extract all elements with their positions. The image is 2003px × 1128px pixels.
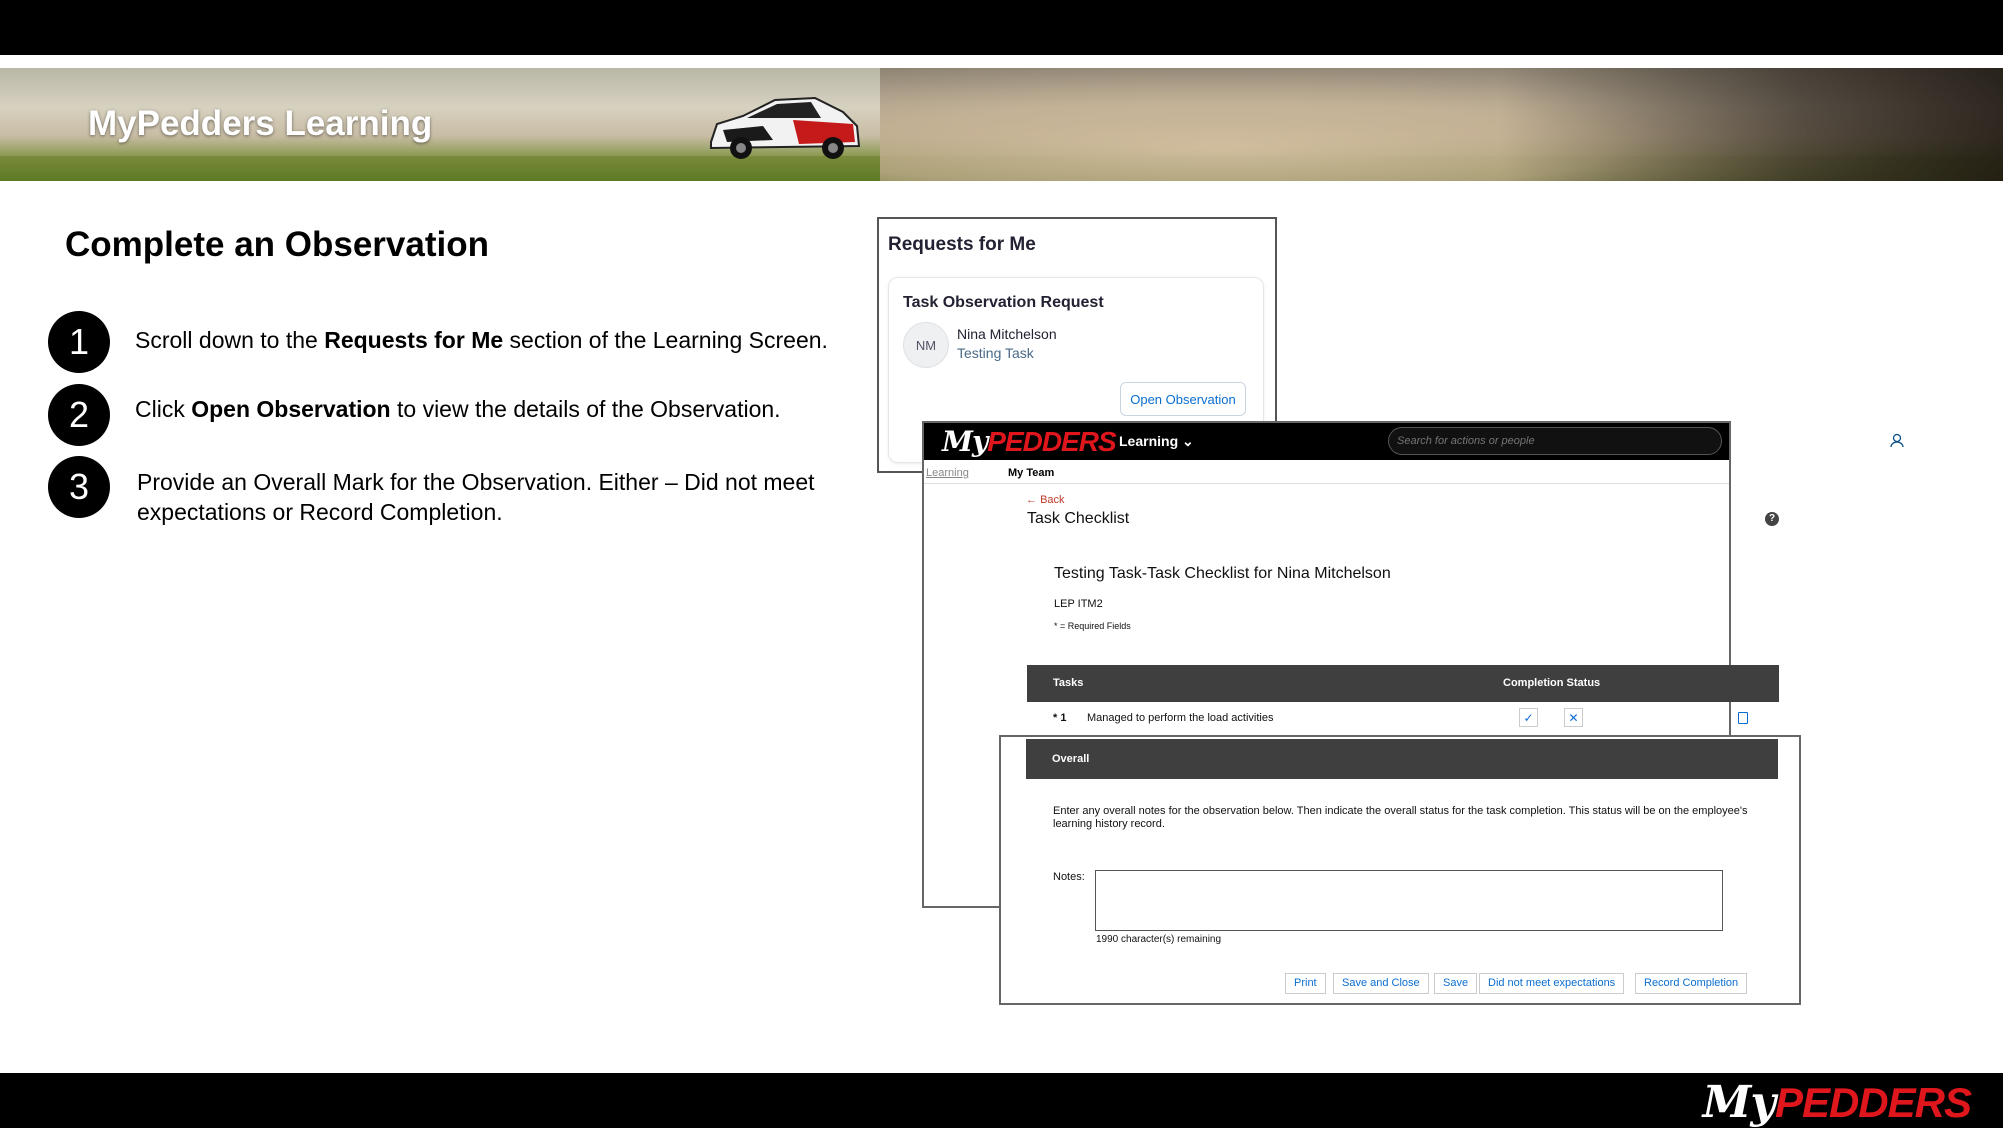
mypedders-footer-logo: MyPEDDERS [1702, 1077, 1972, 1128]
check-circle-icon[interactable] [1772, 432, 1790, 450]
task-description: Managed to perform the load activities [1087, 712, 1274, 724]
overall-panel: Overall Enter any overall notes for the … [999, 735, 1801, 1005]
step-text-pre: Provide an Overall Mark for the Observat… [137, 469, 815, 525]
bell-icon[interactable] [1852, 432, 1870, 450]
app-nav-bar: MyPEDDERS Learning ⌄ [924, 423, 1910, 460]
chat-icon[interactable] [1812, 432, 1830, 450]
tab-learning[interactable]: Learning [926, 467, 969, 479]
page-title: Task Checklist [1027, 510, 1130, 527]
step-1: 1 Scroll down to the Requests for Me sec… [48, 311, 875, 373]
bottom-bar: MyPEDDERS [0, 1073, 2003, 1128]
sub-nav: Learning My Team [924, 460, 1729, 484]
tasks-column-header: Tasks [1053, 677, 1084, 689]
check-mark-icon[interactable]: ✓ [1519, 708, 1538, 727]
back-link[interactable]: ← Back [1026, 494, 1065, 506]
table-row: * 1 Managed to perform the load activiti… [1027, 704, 1779, 732]
overall-instructions: Enter any overall notes for the observat… [1053, 805, 1748, 830]
step-number: 1 [48, 311, 110, 373]
avatar: NM [903, 322, 949, 368]
step-text-post: to view the details of the Observation. [390, 396, 781, 422]
open-observation-button[interactable]: Open Observation [1120, 382, 1246, 416]
step-number: 3 [48, 456, 110, 518]
step-2: 2 Click Open Observation to view the det… [48, 384, 875, 446]
footer-logo-pedders: PEDDERS [1774, 1079, 1972, 1126]
did-not-meet-expectations-button[interactable]: Did not meet expectations [1479, 973, 1625, 994]
tasks-table-header: Tasks Completion Status [1027, 665, 1779, 702]
step-text: Click Open Observation to view the detai… [135, 394, 875, 424]
arrow-left-icon: ← [1026, 494, 1037, 506]
rally-car-image [710, 96, 861, 159]
cross-mark-icon[interactable]: ✕ [1564, 708, 1583, 727]
step-text-post: section of the Learning Screen. [503, 327, 828, 353]
step-text: Provide an Overall Mark for the Observat… [137, 467, 877, 527]
top-bar [0, 0, 2003, 55]
banner-shade [1500, 68, 2003, 181]
completion-status-column-header: Completion Status [1503, 677, 1601, 689]
back-label: Back [1040, 494, 1065, 506]
checklist-code: LEP ITM2 [1054, 598, 1103, 610]
step-3: 3 Provide an Overall Mark for the Observ… [48, 456, 877, 527]
request-task-name[interactable]: Testing Task [957, 345, 1034, 361]
footer-logo-my: My [1702, 1077, 1776, 1128]
tab-my-team[interactable]: My Team [1008, 467, 1054, 479]
mypedders-logo: MyPEDDERS [942, 425, 1117, 458]
step-text: Scroll down to the Requests for Me secti… [135, 325, 875, 355]
print-button[interactable]: Print [1285, 973, 1326, 994]
logo-my: My [942, 425, 988, 458]
task-number: * 1 [1053, 712, 1067, 724]
notes-label: Notes: [1053, 871, 1085, 883]
required-fields-note: * = Required Fields [1054, 621, 1131, 631]
chevron-down-icon: ⌄ [1182, 433, 1194, 449]
notes-field[interactable] [1095, 870, 1723, 931]
slide-title: Complete an Observation [65, 225, 489, 264]
requester-name: Nina Mitchelson [957, 326, 1057, 342]
nav-learning-menu[interactable]: Learning ⌄ [1119, 433, 1194, 450]
record-completion-button[interactable]: Record Completion [1635, 973, 1748, 994]
characters-remaining: 1990 character(s) remaining [1096, 934, 1222, 945]
overall-header-label: Overall [1052, 753, 1090, 765]
step-text-pre: Click [135, 396, 192, 422]
overall-header: Overall [1026, 739, 1778, 779]
request-card-title: Task Observation Request [903, 294, 1104, 311]
logo-pedders: PEDDERS [987, 426, 1116, 457]
step-number: 2 [48, 384, 110, 446]
save-button[interactable]: Save [1434, 973, 1478, 994]
search-input[interactable] [1388, 427, 1722, 455]
step-text-bold: Open Observation [191, 396, 391, 422]
save-and-close-button[interactable]: Save and Close [1333, 973, 1429, 994]
banner-title: MyPedders Learning [88, 104, 433, 143]
banner: MyPedders Learning [0, 68, 2003, 181]
user-avatar-icon[interactable] [1884, 428, 1910, 454]
nav-learning-label: Learning [1119, 433, 1179, 449]
step-text-bold: Requests for Me [324, 327, 504, 353]
checklist-heading: Testing Task-Task Checklist for Nina Mit… [1054, 565, 1391, 582]
requests-title: Requests for Me [888, 234, 1036, 255]
step-text-pre: Scroll down to the [135, 327, 325, 353]
notes-clipboard-icon[interactable] [1738, 712, 1748, 724]
help-icon[interactable]: ? [1765, 512, 1779, 526]
search-icon[interactable] [1732, 432, 1750, 450]
